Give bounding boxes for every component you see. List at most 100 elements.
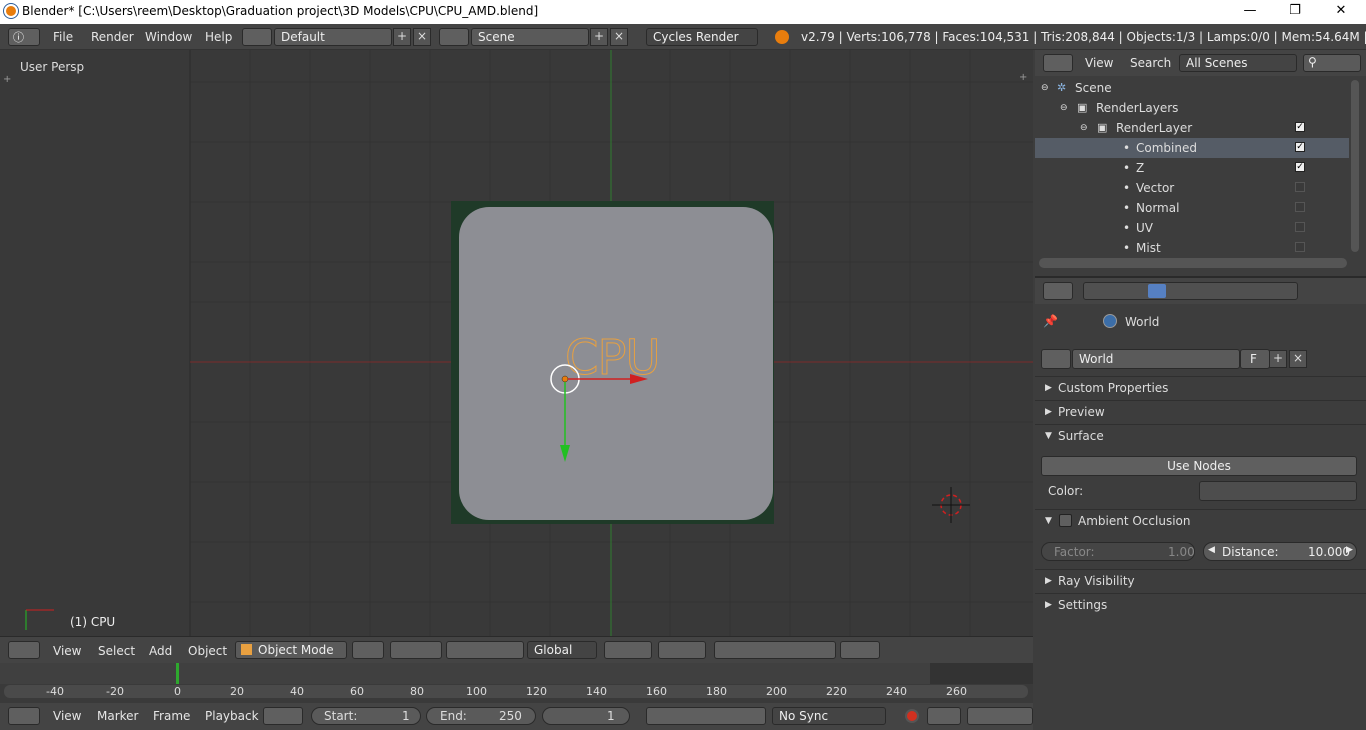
color-swatch[interactable] <box>1199 481 1357 501</box>
properties-editor-icon[interactable] <box>1043 282 1073 300</box>
maximize-button[interactable]: ❐ <box>1272 0 1318 24</box>
panel-settings[interactable]: ▶ Settings <box>1035 593 1366 615</box>
increment-icon[interactable]: ▶ <box>1346 545 1353 555</box>
shading-select-icon[interactable] <box>352 641 384 659</box>
uv-checkbox[interactable] <box>1295 222 1305 232</box>
outliner-search-input[interactable]: ⚲ <box>1303 54 1361 72</box>
remove-scene-icon[interactable]: × <box>610 28 628 46</box>
current-frame-indicator[interactable] <box>176 663 179 684</box>
outliner-row-normal[interactable]: • Normal <box>1035 198 1349 218</box>
mist-checkbox[interactable] <box>1295 242 1305 252</box>
3d-cursor-icon[interactable] <box>930 485 972 527</box>
current-frame-field[interactable]: 1 <box>542 707 630 725</box>
vp-menu-view[interactable]: View <box>53 644 81 658</box>
menu-help[interactable]: Help <box>205 30 232 44</box>
combined-checkbox[interactable]: ✓ <box>1295 142 1305 152</box>
menu-window[interactable]: Window <box>145 30 192 44</box>
panel-ray-visibility[interactable]: ▶ Ray Visibility <box>1035 569 1366 591</box>
render-engine-select[interactable]: Cycles Render <box>646 28 758 46</box>
timeline-editor-icon[interactable] <box>8 707 40 725</box>
collapse-icon[interactable]: ⊖ <box>1080 118 1088 138</box>
outliner-row-z[interactable]: • Z ✓ <box>1035 158 1349 178</box>
layout-selector-icon[interactable] <box>242 28 272 46</box>
outliner-row-renderlayers[interactable]: ⊖ ▣ RenderLayers <box>1035 98 1349 118</box>
vp-menu-select[interactable]: Select <box>98 644 135 658</box>
collapse-icon[interactable]: ⊖ <box>1041 78 1049 98</box>
world-browse-icon[interactable] <box>1041 349 1071 369</box>
unlink-world-icon[interactable]: × <box>1289 350 1307 368</box>
fake-user-button[interactable]: F <box>1240 349 1270 369</box>
vp-menu-object[interactable]: Object <box>188 644 227 658</box>
menu-render[interactable]: Render <box>91 30 134 44</box>
tool-shelf-toggle-icon[interactable]: + <box>3 74 11 85</box>
timeline-scrollbar[interactable] <box>4 685 1028 698</box>
factor-field[interactable]: Factor: 1.00 <box>1041 542 1195 561</box>
distance-field[interactable]: ◀ Distance: 10.000 ▶ <box>1203 542 1357 561</box>
panel-surface[interactable]: ▼ Surface <box>1035 424 1366 446</box>
outliner-row-vector[interactable]: • Vector <box>1035 178 1349 198</box>
preview-range-icon[interactable] <box>263 707 303 725</box>
playback-controls-icon[interactable] <box>646 707 766 725</box>
layers-grid-left[interactable] <box>604 641 652 659</box>
keying-tools-icon[interactable] <box>967 707 1033 725</box>
outliner-editor-icon[interactable] <box>1043 54 1073 72</box>
outliner-horizontal-scrollbar[interactable] <box>1039 258 1347 268</box>
scene-selector-icon[interactable] <box>439 28 469 46</box>
keying-set-icon[interactable] <box>927 707 961 725</box>
pivot-select-icon[interactable] <box>390 641 442 659</box>
renderlayer-checkbox[interactable]: ✓ <box>1295 122 1305 132</box>
z-checkbox[interactable]: ✓ <box>1295 162 1305 172</box>
collapse-icon[interactable]: ⊖ <box>1060 98 1068 118</box>
add-scene-icon[interactable]: + <box>590 28 608 46</box>
world-name-field[interactable]: World <box>1072 349 1240 369</box>
editor-type-button[interactable]: ⓘ <box>8 28 40 46</box>
decrement-icon[interactable]: ◀ <box>1208 545 1215 555</box>
world-tab-icon[interactable] <box>1148 284 1166 298</box>
manipulator-buttons-icon[interactable] <box>446 641 524 659</box>
vector-checkbox[interactable] <box>1295 182 1305 192</box>
pin-icon[interactable]: 📌 <box>1043 314 1058 328</box>
panel-preview[interactable]: ▶ Preview <box>1035 400 1366 422</box>
tl-menu-view[interactable]: View <box>53 709 81 723</box>
outliner-row-renderlayer[interactable]: ⊖ ▣ RenderLayer ✓ <box>1035 118 1349 138</box>
outliner-row-uv[interactable]: • UV <box>1035 218 1349 238</box>
vp-menu-add[interactable]: Add <box>149 644 172 658</box>
tl-menu-marker[interactable]: Marker <box>97 709 138 723</box>
outliner-menu-view[interactable]: View <box>1085 56 1113 70</box>
normal-checkbox[interactable] <box>1295 202 1305 212</box>
orientation-select[interactable]: Global <box>527 641 597 659</box>
layout-field[interactable]: Default <box>274 28 392 46</box>
outliner-menu-search[interactable]: Search <box>1130 56 1171 70</box>
remove-layout-icon[interactable]: × <box>413 28 431 46</box>
3d-viewport[interactable]: User Persp CPU (1) CPU + + <box>0 50 1033 636</box>
panel-custom-properties[interactable]: ▶ Custom Properties <box>1035 376 1366 398</box>
timeline-frame-area[interactable] <box>0 663 1033 684</box>
sync-mode-select[interactable]: No Sync <box>772 707 886 725</box>
tl-menu-frame[interactable]: Frame <box>153 709 190 723</box>
layers-grid-right[interactable] <box>658 641 706 659</box>
outliner-vertical-scrollbar[interactable] <box>1351 80 1359 252</box>
panel-ambient-occlusion[interactable]: ▼ Ambient Occlusion <box>1035 509 1366 531</box>
transform-manipulator-icon[interactable] <box>540 355 660 465</box>
outliner-row-mist[interactable]: • Mist <box>1035 238 1349 258</box>
record-icon[interactable] <box>905 709 919 723</box>
end-frame-field[interactable]: End: 250 <box>426 707 536 725</box>
close-button[interactable]: ✕ <box>1318 0 1364 24</box>
new-world-icon[interactable]: + <box>1269 350 1287 368</box>
render-preview-icon[interactable] <box>840 641 880 659</box>
menu-file[interactable]: File <box>53 30 73 44</box>
start-frame-field[interactable]: Start: 1 <box>311 707 421 725</box>
display-mode-select[interactable]: All Scenes <box>1179 54 1297 72</box>
viewport-editor-icon[interactable] <box>8 641 40 659</box>
add-layout-icon[interactable]: + <box>393 28 411 46</box>
outliner-row-scene[interactable]: ⊖ ✲ Scene <box>1035 78 1349 98</box>
outliner-row-combined[interactable]: • Combined ✓ <box>1035 138 1349 158</box>
timeline[interactable]: -40 -20 0 20 40 60 80 100 120 140 160 18… <box>0 663 1033 703</box>
scene-field[interactable]: Scene <box>471 28 589 46</box>
properties-toggle-icon[interactable]: + <box>1019 72 1027 83</box>
ao-checkbox[interactable] <box>1059 514 1072 527</box>
minimize-button[interactable]: — <box>1227 0 1273 24</box>
use-nodes-button[interactable]: Use Nodes <box>1041 456 1357 476</box>
snap-tools-icon[interactable] <box>714 641 836 659</box>
tl-menu-playback[interactable]: Playback <box>205 709 259 723</box>
